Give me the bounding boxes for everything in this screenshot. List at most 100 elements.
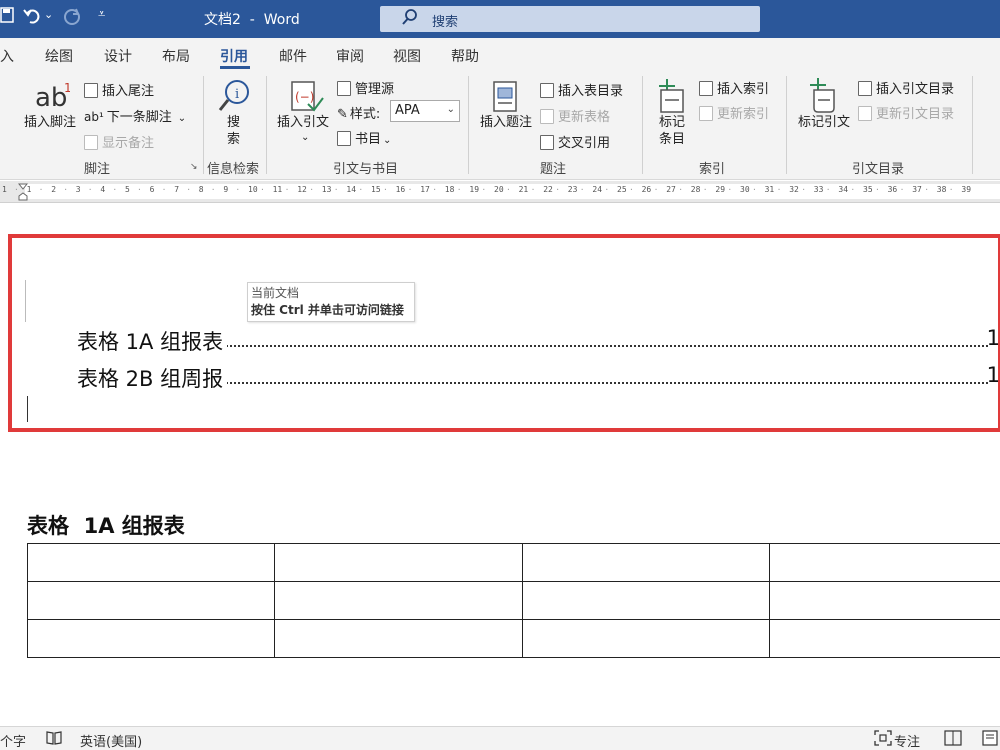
toc-entry[interactable]: 表格 1A 组报表 1	[77, 326, 1000, 358]
save-icon[interactable]	[0, 7, 14, 27]
insert-citation-button[interactable]: 插入引文	[277, 114, 329, 131]
tab-references[interactable]: 引用	[220, 46, 248, 66]
ruler-tick: ·	[530, 185, 536, 194]
table-cell[interactable]	[768, 581, 1000, 620]
search-button-line2[interactable]: 索	[227, 131, 240, 148]
ruler-tick: ·	[850, 185, 856, 194]
document-table[interactable]	[26, 543, 1000, 658]
search-research-icon[interactable]: i	[217, 78, 253, 118]
table-row	[26, 619, 1000, 658]
table-cell[interactable]	[521, 581, 770, 620]
tab-insert[interactable]: 入	[0, 46, 14, 66]
customize-quick-access-icon[interactable]: ⩡	[98, 7, 105, 22]
ruler-tick: ·	[309, 185, 315, 194]
update-table-label: 更新表格	[558, 110, 611, 125]
ruler-number: 39	[961, 185, 972, 194]
group-separator	[642, 76, 643, 174]
svg-text:i: i	[235, 87, 239, 102]
ruler-number: 24	[592, 185, 603, 194]
citation-style-select[interactable]: APA ⌄	[390, 100, 460, 122]
undo-dropdown-icon[interactable]: ⌄	[44, 8, 53, 21]
undo-icon[interactable]	[22, 6, 42, 30]
show-notes-button[interactable]: 显示备注	[84, 132, 154, 151]
insert-index-button[interactable]: 插入索引	[699, 78, 769, 97]
insert-table-of-figures-button[interactable]: 插入表目录	[540, 80, 623, 99]
search-button-line1[interactable]: 搜	[227, 114, 240, 131]
ruler-number: 25	[617, 185, 627, 194]
mark-entry-line2[interactable]: 条目	[659, 131, 685, 148]
mark-entry-icon[interactable]	[655, 78, 687, 118]
print-layout-icon[interactable]	[982, 730, 998, 750]
insert-caption-button[interactable]: 插入题注	[480, 114, 532, 131]
insert-citation-icon[interactable]: (−)	[290, 80, 324, 118]
focus-mode-button[interactable]: 专注	[894, 731, 920, 750]
table-cell[interactable]	[274, 581, 523, 620]
cross-reference-button[interactable]: 交叉引用	[540, 132, 610, 151]
table-cell[interactable]	[274, 543, 523, 582]
tab-view[interactable]: 视图	[393, 46, 421, 66]
ruler-number: 32	[789, 185, 799, 194]
insert-endnote-button[interactable]: 插入尾注	[84, 80, 154, 99]
read-mode-icon[interactable]	[944, 730, 962, 750]
ruler-tick: ·	[456, 185, 462, 194]
insert-table-of-authorities-button[interactable]: 插入引文目录	[858, 78, 954, 97]
ruler-number: 18	[444, 185, 455, 194]
toc-entry-text: 表格 2B 组周报	[77, 363, 228, 393]
tab-draw[interactable]: 绘图	[45, 46, 73, 66]
next-footnote-button[interactable]: ab¹ 下一条脚注 ⌄	[84, 106, 186, 125]
ribbon: ab 1 插入脚注 插入尾注 ab¹ 下一条脚注 ⌄ 显示备注 脚注 ↘ i 搜 索 …	[0, 70, 1000, 180]
ruler-tick: ·	[899, 185, 905, 194]
ruler-number: 4	[100, 185, 106, 194]
update-index-button[interactable]: 更新索引	[699, 103, 769, 122]
tab-design[interactable]: 设计	[104, 46, 132, 66]
chevron-down-icon: ⌄	[446, 104, 455, 115]
text-cursor	[27, 396, 28, 422]
table-cell[interactable]	[768, 619, 1000, 658]
bibliography-button[interactable]: 书目 ⌄	[337, 128, 391, 147]
tab-mailings[interactable]: 邮件	[279, 46, 307, 66]
toc-entry[interactable]: 表格 2B 组周报 1	[77, 363, 1000, 395]
ruler-number: 35	[863, 185, 873, 194]
insert-footnote-icon[interactable]: ab 1	[34, 80, 72, 116]
table-cell[interactable]	[26, 619, 276, 658]
table-cell[interactable]	[521, 619, 770, 658]
bibliography-icon	[337, 131, 351, 146]
focus-icon[interactable]	[874, 730, 892, 750]
insert-table-of-authorities-icon	[858, 81, 872, 96]
mark-citation-button[interactable]: 标记引文	[798, 114, 850, 131]
tab-review[interactable]: 审阅	[336, 46, 364, 66]
table-cell[interactable]	[26, 543, 276, 582]
update-table-button[interactable]: 更新表格	[540, 106, 610, 125]
insert-footnote-button[interactable]: 插入脚注	[24, 114, 76, 131]
tab-layout[interactable]: 布局	[162, 46, 190, 66]
document-canvas[interactable]: 当前文档 按住 Ctrl 并单击可访问链接 表格 1A 组报表 1 表格 2B …	[0, 204, 1000, 724]
ruler-tick: ·	[776, 185, 782, 194]
ruler-number: 11	[272, 185, 283, 194]
update-table-of-authorities-button[interactable]: 更新引文目录	[858, 103, 954, 122]
table-cell[interactable]	[274, 619, 523, 658]
table-cell[interactable]	[26, 581, 276, 620]
group-separator	[972, 76, 973, 174]
mark-entry-line1[interactable]: 标记	[659, 114, 685, 131]
table-caption[interactable]: 表格 1A 组报表	[27, 510, 185, 540]
mark-citation-icon[interactable]	[808, 78, 838, 118]
table-cell[interactable]	[768, 543, 1000, 582]
style-pen-icon: ✎	[337, 107, 348, 122]
language-indicator[interactable]: 英语(美国)	[80, 731, 142, 750]
manage-sources-button[interactable]: 管理源	[337, 78, 394, 97]
book-check-icon[interactable]	[46, 730, 62, 750]
table-cell[interactable]	[521, 543, 770, 582]
dialog-launcher-icon[interactable]: ↘	[190, 162, 198, 172]
ruler-number: 23	[567, 185, 578, 194]
next-footnote-label: 下一条脚注	[106, 110, 172, 125]
group-separator	[468, 76, 469, 174]
tab-help[interactable]: 帮助	[451, 46, 479, 66]
ruler-number: 38	[936, 185, 947, 194]
insert-caption-icon[interactable]	[492, 80, 520, 118]
redo-icon[interactable]	[62, 6, 82, 30]
insert-endnote-icon	[84, 83, 98, 98]
search-box[interactable]: 搜索	[380, 6, 760, 32]
horizontal-ruler[interactable]: 1 · 1 · 2 · 3 · 4 · 5 · 6 · 7 · 8 · 9 · 10 · 11 · 12 · 13 · 14 · 15 · 16…	[0, 181, 1000, 203]
word-count[interactable]: 个字	[0, 731, 26, 750]
cross-reference-icon	[540, 135, 554, 150]
